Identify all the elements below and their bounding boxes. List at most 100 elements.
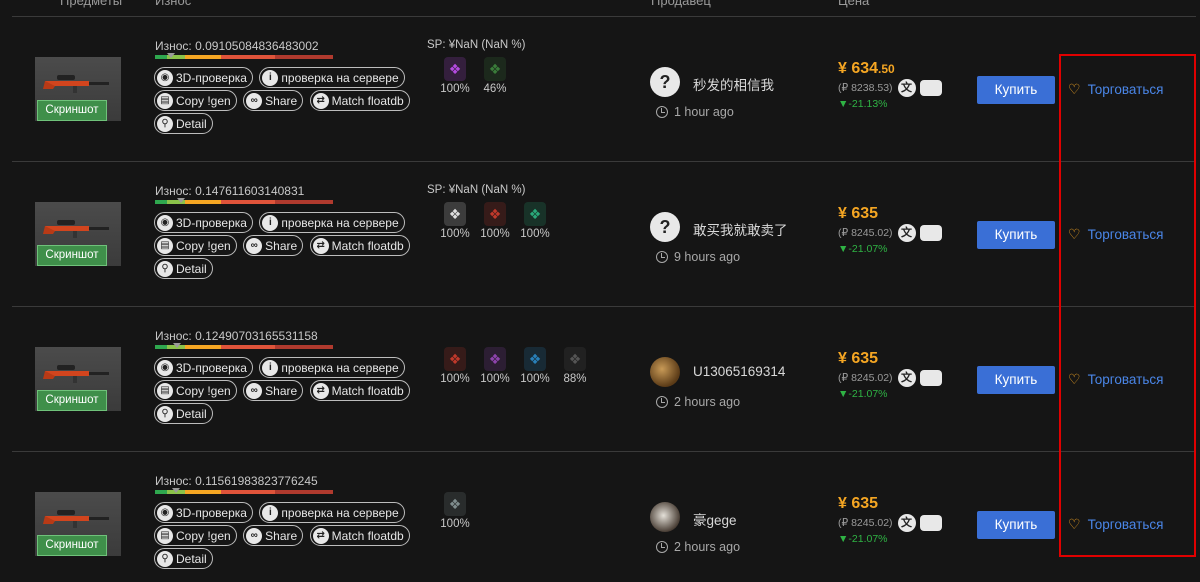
price-rub: (₽ 8245.02) 文 — [838, 224, 942, 242]
wear-value: Износ: 0.09105084836483002 — [155, 39, 319, 53]
link-icon: ∞ — [246, 382, 263, 399]
item-thumbnail[interactable]: Скриншот — [35, 492, 121, 556]
share-button[interactable]: ∞ Share — [243, 235, 304, 256]
buy-button[interactable]: Купить — [977, 221, 1055, 249]
price-change: ▼-21.07% — [838, 243, 888, 255]
item-thumbnail[interactable]: Скриншот — [35, 347, 121, 411]
translate-icon[interactable]: 文 — [897, 79, 916, 97]
sticker-list: ❖ 100% — [435, 492, 475, 530]
trade-button[interactable]: ♡ Торговаться — [1068, 81, 1163, 98]
server-check-button[interactable]: i проверка на сервере — [259, 502, 405, 523]
seller-avatar[interactable]: ? — [650, 212, 680, 242]
detail-button[interactable]: ⚲ Detail — [154, 258, 213, 279]
check-3d-button[interactable]: ◉ 3D-проверка — [154, 357, 253, 378]
match-floatdb-button[interactable]: ⇄ Match floatdb — [309, 380, 410, 401]
seller-avatar[interactable]: ? — [650, 67, 680, 97]
item-thumbnail[interactable]: Скриншот — [35, 57, 121, 121]
sticker-percent: 100% — [480, 228, 510, 240]
item-thumbnail[interactable]: Скриншот — [35, 202, 121, 266]
ticket-icon[interactable] — [919, 370, 942, 386]
screenshot-button[interactable]: Скриншот — [37, 245, 107, 266]
info-icon: i — [262, 504, 279, 521]
match-floatdb-button[interactable]: ⇄ Match floatdb — [309, 525, 410, 546]
seller-name[interactable]: 秒发的相信我 — [693, 74, 774, 94]
detail-button[interactable]: ⚲ Detail — [154, 403, 213, 424]
seller-name[interactable]: U13065169314 — [693, 364, 785, 379]
buy-button[interactable]: Купить — [977, 511, 1055, 539]
translate-icon[interactable]: 文 — [897, 224, 916, 242]
copy-icon: ▤ — [157, 382, 173, 399]
check-3d-button[interactable]: ◉ 3D-проверка — [154, 502, 253, 523]
screenshot-button[interactable]: Скриншот — [37, 535, 107, 556]
ticket-icon[interactable] — [919, 515, 942, 531]
sticker[interactable]: ❖ 100% — [435, 347, 475, 385]
seller-avatar[interactable] — [650, 502, 680, 532]
wear-bar — [155, 55, 333, 59]
share-button[interactable]: ∞ Share — [243, 525, 304, 546]
sticker-list: ❖ 100% ❖ 100% ❖ 100% ❖ 88% — [435, 347, 595, 385]
screenshot-button[interactable]: Скриншот — [37, 100, 107, 121]
sticker[interactable]: ❖ 100% — [435, 57, 475, 95]
check-3d-button[interactable]: ◉ 3D-проверка — [154, 212, 253, 233]
sticker[interactable]: ❖ 100% — [435, 202, 475, 240]
detail-button[interactable]: ⚲ Detail — [154, 113, 213, 134]
screenshot-button[interactable]: Скриншот — [37, 390, 107, 411]
seller-name[interactable]: 敢买我就敢卖了 — [693, 219, 788, 239]
buy-button[interactable]: Купить — [977, 76, 1055, 104]
ticket-icon[interactable] — [919, 225, 942, 241]
search-icon: ⚲ — [157, 260, 173, 277]
match-floatdb-button[interactable]: ⇄ Match floatdb — [309, 90, 410, 111]
buy-button[interactable]: Купить — [977, 366, 1055, 394]
translate-icon[interactable]: 文 — [897, 369, 916, 387]
sticker[interactable]: ❖ 100% — [515, 202, 555, 240]
sticker[interactable]: ❖ 100% — [475, 202, 515, 240]
search-icon: ⚲ — [157, 405, 173, 422]
info-icon: i — [262, 214, 279, 231]
action-buttons: ◉ 3D-проверка i проверка на сервере ▤ Copy … — [154, 502, 434, 571]
match-floatdb-button[interactable]: ⇄ Match floatdb — [309, 235, 410, 256]
server-check-button[interactable]: i проверка на сервере — [259, 212, 405, 233]
clock-icon — [656, 396, 668, 408]
sticker[interactable]: ❖ 100% — [515, 347, 555, 385]
copy-gen-button[interactable]: ▤ Copy !gen — [154, 235, 237, 256]
trade-button[interactable]: ♡ Торговаться — [1068, 371, 1163, 388]
price-main: ¥ 634.50 — [838, 60, 895, 77]
trade-button[interactable]: ♡ Торговаться — [1068, 226, 1163, 243]
sticker-icon: ❖ — [444, 492, 466, 516]
handshake-icon: ♡ — [1068, 226, 1081, 242]
translate-icon[interactable]: 文 — [897, 514, 916, 532]
copy-gen-button[interactable]: ▤ Copy !gen — [154, 380, 237, 401]
sticker[interactable]: ❖ 46% — [475, 57, 515, 95]
sticker[interactable]: ❖ 100% — [475, 347, 515, 385]
share-button[interactable]: ∞ Share — [243, 380, 304, 401]
sticker-list: ❖ 100% ❖ 100% ❖ 100% — [435, 202, 555, 240]
trade-button[interactable]: ♡ Торговаться — [1068, 516, 1163, 533]
price-rub: (₽ 8245.02) 文 — [838, 514, 942, 532]
rifle-icon — [43, 365, 109, 383]
detail-button[interactable]: ⚲ Detail — [154, 548, 213, 569]
sticker-icon: ❖ — [564, 347, 586, 371]
price-block: ¥ 635 (₽ 8245.02) 文 ▼-21.07% — [838, 350, 942, 400]
wear-marker — [171, 488, 180, 493]
sticker[interactable]: ❖ 88% — [555, 347, 595, 385]
sticker-icon: ❖ — [524, 202, 546, 226]
rifle-icon — [43, 510, 109, 528]
sticker-icon: ❖ — [524, 347, 546, 371]
check-3d-button[interactable]: ◉ 3D-проверка — [154, 67, 253, 88]
seller-name[interactable]: 豪gege — [693, 509, 737, 529]
share-button[interactable]: ∞ Share — [243, 90, 304, 111]
swap-icon: ⇄ — [312, 527, 329, 544]
price-rub: (₽ 8245.02) 文 — [838, 369, 942, 387]
copy-gen-button[interactable]: ▤ Copy !gen — [154, 525, 237, 546]
ticket-icon[interactable] — [919, 80, 942, 96]
table-row: Скриншот Износ: 0.09105084836483002 ◉ 3D-… — [12, 17, 1196, 162]
sticker[interactable]: ❖ 100% — [435, 492, 475, 530]
sticker-icon: ❖ — [484, 347, 506, 371]
server-check-button[interactable]: i проверка на сервере — [259, 357, 405, 378]
price-change: ▼-21.07% — [838, 533, 888, 545]
copy-gen-button[interactable]: ▤ Copy !gen — [154, 90, 237, 111]
header-items: Предметы — [60, 0, 123, 8]
seller-avatar[interactable] — [650, 357, 680, 387]
price-block: ¥ 635 (₽ 8245.02) 文 ▼-21.07% — [838, 495, 942, 545]
server-check-button[interactable]: i проверка на сервере — [259, 67, 405, 88]
